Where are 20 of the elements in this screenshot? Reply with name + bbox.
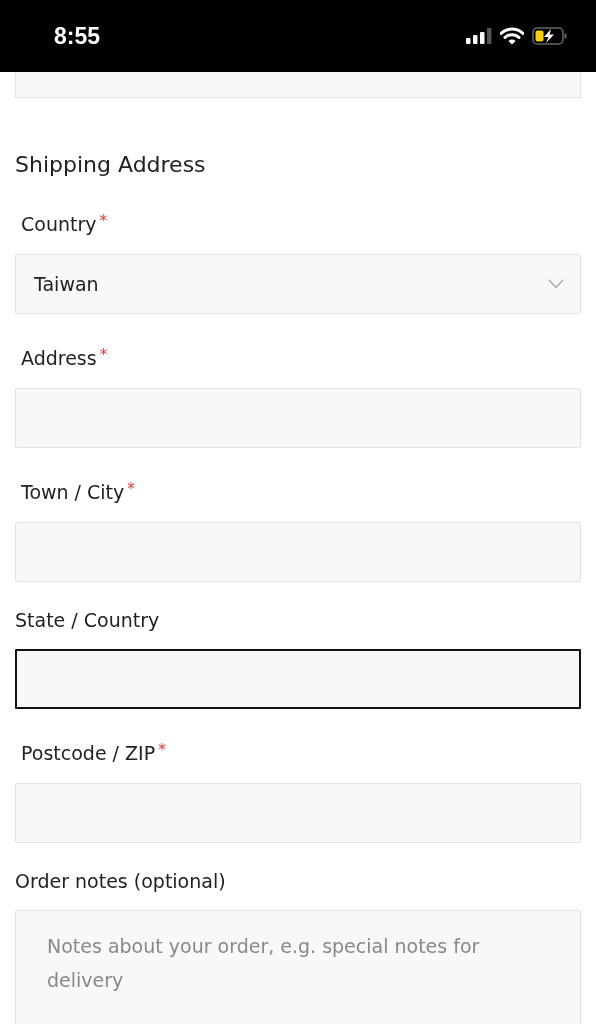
battery-charging-icon: [532, 27, 568, 45]
clock-time: 8:55: [54, 22, 101, 50]
wifi-icon: [500, 27, 524, 45]
chevron-down-icon: [548, 279, 564, 289]
field-label: Country: [21, 213, 97, 235]
required-mark: *: [158, 741, 166, 759]
field-label: Order notes (optional): [15, 870, 226, 892]
field-label: Town / City: [21, 481, 125, 503]
input-field[interactable]: [15, 649, 581, 709]
signal-icon: [466, 28, 492, 44]
field-label: Address: [21, 347, 97, 369]
required-mark: *: [99, 212, 107, 230]
country-select[interactable]: Taiwan: [15, 254, 581, 314]
required-mark: *: [99, 346, 108, 364]
email-field[interactable]: [15, 72, 581, 98]
section-title: Shipping Address: [15, 151, 207, 179]
field-label: Postcode / ZIP: [21, 742, 156, 764]
required-mark: *: [127, 480, 135, 498]
field-label: State / Country: [15, 609, 160, 631]
notes-field[interactable]: Notes about your order, e.g. special notes for delivery: [15, 910, 581, 1024]
